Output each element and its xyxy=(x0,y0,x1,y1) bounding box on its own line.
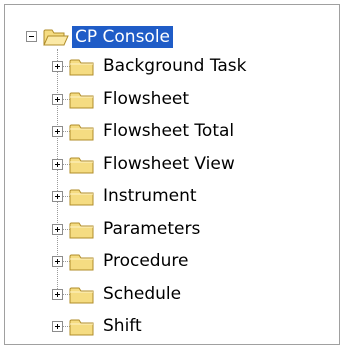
tree-node-label[interactable]: Flowsheet View xyxy=(100,153,238,175)
plus-icon xyxy=(55,64,60,69)
tree-node[interactable]: Parameters xyxy=(5,214,335,244)
folder-icon xyxy=(69,189,94,206)
tree-node[interactable]: Instrument xyxy=(5,181,335,211)
plus-icon xyxy=(55,227,60,232)
collapse-toggle[interactable] xyxy=(26,31,37,42)
expand-toggle[interactable] xyxy=(52,61,63,72)
tree-node-label[interactable]: Instrument xyxy=(100,185,200,207)
tree-node-label[interactable]: Flowsheet Total xyxy=(100,120,237,142)
folder-icon xyxy=(69,92,94,109)
tree-node-label[interactable]: Shift xyxy=(100,315,145,337)
folder-icon xyxy=(69,124,94,141)
folder-icon xyxy=(69,319,94,336)
plus-icon xyxy=(55,259,60,264)
tree-panel: CP Console Background Task Flowsheet Flows… xyxy=(4,4,340,345)
tree-node[interactable]: Procedure xyxy=(5,246,335,276)
minus-icon xyxy=(29,36,34,37)
folder-icon xyxy=(69,157,94,174)
tree-node-label[interactable]: Procedure xyxy=(100,250,191,272)
tree-node-label[interactable]: Schedule xyxy=(100,283,184,305)
expand-toggle[interactable] xyxy=(52,159,63,170)
tree-node-label[interactable]: Background Task xyxy=(100,55,250,77)
plus-icon xyxy=(55,292,60,297)
expand-toggle[interactable] xyxy=(52,191,63,202)
tree-node-label[interactable]: Parameters xyxy=(100,218,203,240)
folder-icon xyxy=(69,254,94,271)
expand-toggle[interactable] xyxy=(52,321,63,332)
plus-icon xyxy=(55,129,60,134)
tree-root-node[interactable]: CP Console xyxy=(5,22,205,52)
tree-node[interactable]: Schedule xyxy=(5,279,335,309)
expand-toggle[interactable] xyxy=(52,256,63,267)
tree-node[interactable]: Flowsheet Total xyxy=(5,116,335,146)
plus-icon xyxy=(55,97,60,102)
tree-node[interactable]: Background Task xyxy=(5,51,335,81)
folder-icon xyxy=(69,222,94,239)
tree-node[interactable]: Flowsheet View xyxy=(5,149,335,179)
folder-icon xyxy=(69,287,94,304)
tree-node-label[interactable]: Flowsheet xyxy=(100,88,192,110)
expand-toggle[interactable] xyxy=(52,289,63,300)
open-folder-icon xyxy=(43,29,69,46)
expand-toggle[interactable] xyxy=(52,94,63,105)
tree-node[interactable]: Shift xyxy=(5,311,335,341)
tree-node[interactable]: Flowsheet xyxy=(5,84,335,114)
tree-root-label[interactable]: CP Console xyxy=(72,26,174,48)
expand-toggle[interactable] xyxy=(52,224,63,235)
plus-icon xyxy=(55,324,60,329)
folder-icon xyxy=(69,59,94,76)
plus-icon xyxy=(55,194,60,199)
expand-toggle[interactable] xyxy=(52,126,63,137)
tree-view: CP Console Background Task Flowsheet Flows… xyxy=(5,5,339,344)
plus-icon xyxy=(55,162,60,167)
